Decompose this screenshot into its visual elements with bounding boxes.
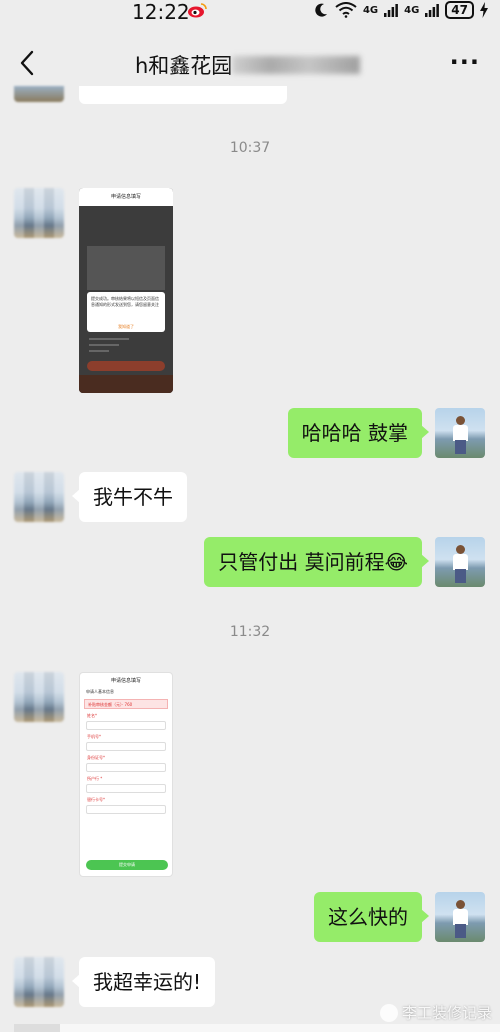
input-bar-edge	[14, 1024, 64, 1032]
watermark-logo-icon	[379, 1003, 398, 1022]
wifi-icon	[335, 2, 357, 18]
status-bar: 12:22 4G 4G 47	[0, 0, 500, 40]
weibo-icon	[188, 3, 207, 18]
shot2-field	[86, 805, 166, 814]
avatar-contact[interactable]	[14, 672, 64, 722]
shot2-submit-button: 提交申请	[86, 860, 168, 870]
more-options-button[interactable]: ···	[450, 48, 480, 76]
avatar-partial[interactable]	[14, 86, 64, 102]
avatar-person-shirt	[453, 554, 468, 570]
shot2-field	[86, 763, 166, 772]
avatar-contact[interactable]	[14, 957, 64, 1007]
status-icons: 4G 4G 47	[313, 0, 488, 20]
signal-4g-label-1: 4G	[362, 4, 379, 16]
shot1-text-line	[89, 338, 129, 340]
message-bubble-sent[interactable]: 只管付出 莫问前程😂	[204, 537, 429, 587]
image-message-screenshot-2[interactable]: 申请信息填写 申请人基本信息 补贴审核金额（元）· 760 姓名* 手机号* 身…	[79, 672, 173, 877]
image-message-screenshot-1[interactable]: 申请信息填写 提交成功。审核结果将以短信及页面信息通知的形式发送到您，请您留意关…	[79, 188, 173, 393]
status-time: 12:22	[132, 0, 190, 24]
watermark: 李工装修记录	[379, 1002, 492, 1023]
shot1-dialog-ok: 我知道了	[118, 324, 134, 329]
shot2-label-name: 姓名*	[87, 713, 97, 718]
shot2-header: 申请信息填写	[110, 678, 141, 684]
avatar-person-shirt	[453, 909, 468, 925]
timestamp: 10:37	[229, 140, 271, 156]
avatar-person-head	[456, 900, 465, 909]
shot1-text-line	[89, 350, 109, 352]
avatar-person-head	[456, 416, 465, 425]
shot1-body: 提交成功。审核结果将以短信及页面信息通知的形式发送到您，请您留意关注 我知道了	[79, 206, 173, 393]
charging-icon	[480, 2, 488, 18]
signal-4g-label-2: 4G	[404, 4, 420, 16]
avatar-contact[interactable]	[14, 472, 64, 522]
message-bubble-partial[interactable]	[79, 86, 287, 104]
shot2-section: 申请人基本信息	[86, 689, 114, 694]
shot1-bottom-sheet	[79, 375, 173, 393]
message-bubble-sent[interactable]: 哈哈哈 鼓掌	[287, 408, 430, 458]
signal-icon-1	[384, 4, 399, 17]
shot1-photo-area	[87, 246, 165, 290]
battery-indicator: 47	[445, 1, 474, 19]
shot2-field	[86, 784, 166, 793]
shot2-label-bank: 所户行 *	[87, 776, 103, 781]
shot1-dialog: 提交成功。审核结果将以短信及页面信息通知的形式发送到您，请您留意关注 我知道了	[87, 292, 165, 332]
message-bubble-received[interactable]: 我牛不牛	[72, 472, 187, 522]
message-bubble-received[interactable]: 我超幸运的!	[71, 957, 216, 1007]
chat-title: h和鑫花园	[135, 54, 233, 78]
back-arrow-icon[interactable]	[14, 48, 44, 78]
shot2-label-phone: 手机号*	[87, 734, 101, 739]
avatar-person-legs	[455, 440, 466, 454]
avatar-self[interactable]	[435, 408, 485, 458]
shot2-field	[86, 742, 166, 751]
moon-icon	[315, 3, 327, 17]
signal-icon-2	[425, 4, 440, 17]
shot2-label-id: 身份证号*	[87, 755, 105, 760]
avatar-self[interactable]	[435, 537, 485, 587]
shot1-submit-button	[87, 361, 165, 371]
shot2-label-card: 银行卡号*	[87, 797, 105, 802]
avatar-person-legs	[455, 924, 466, 938]
watermark-text: 李工装修记录	[401, 1004, 492, 1022]
avatar-person-legs	[455, 569, 466, 583]
avatar-person-head	[456, 545, 465, 554]
shot2-amount-banner: 补贴审核金额（元）· 760	[84, 699, 168, 709]
shot1-dialog-text: 提交成功。审核结果将以短信及页面信息通知的形式发送到您，请您留意关注	[91, 296, 159, 307]
shot2-field	[86, 721, 166, 730]
avatar-person-shirt	[453, 425, 468, 441]
title-redaction	[232, 56, 360, 74]
timestamp: 11:32	[229, 624, 271, 640]
avatar-self[interactable]	[435, 892, 485, 942]
message-bubble-sent[interactable]: 这么快的	[314, 892, 429, 942]
input-bar-edge	[60, 1024, 500, 1032]
avatar-contact[interactable]	[14, 188, 64, 238]
shot1-text-line	[89, 344, 119, 346]
shot1-header: 申请信息填写	[79, 188, 173, 206]
